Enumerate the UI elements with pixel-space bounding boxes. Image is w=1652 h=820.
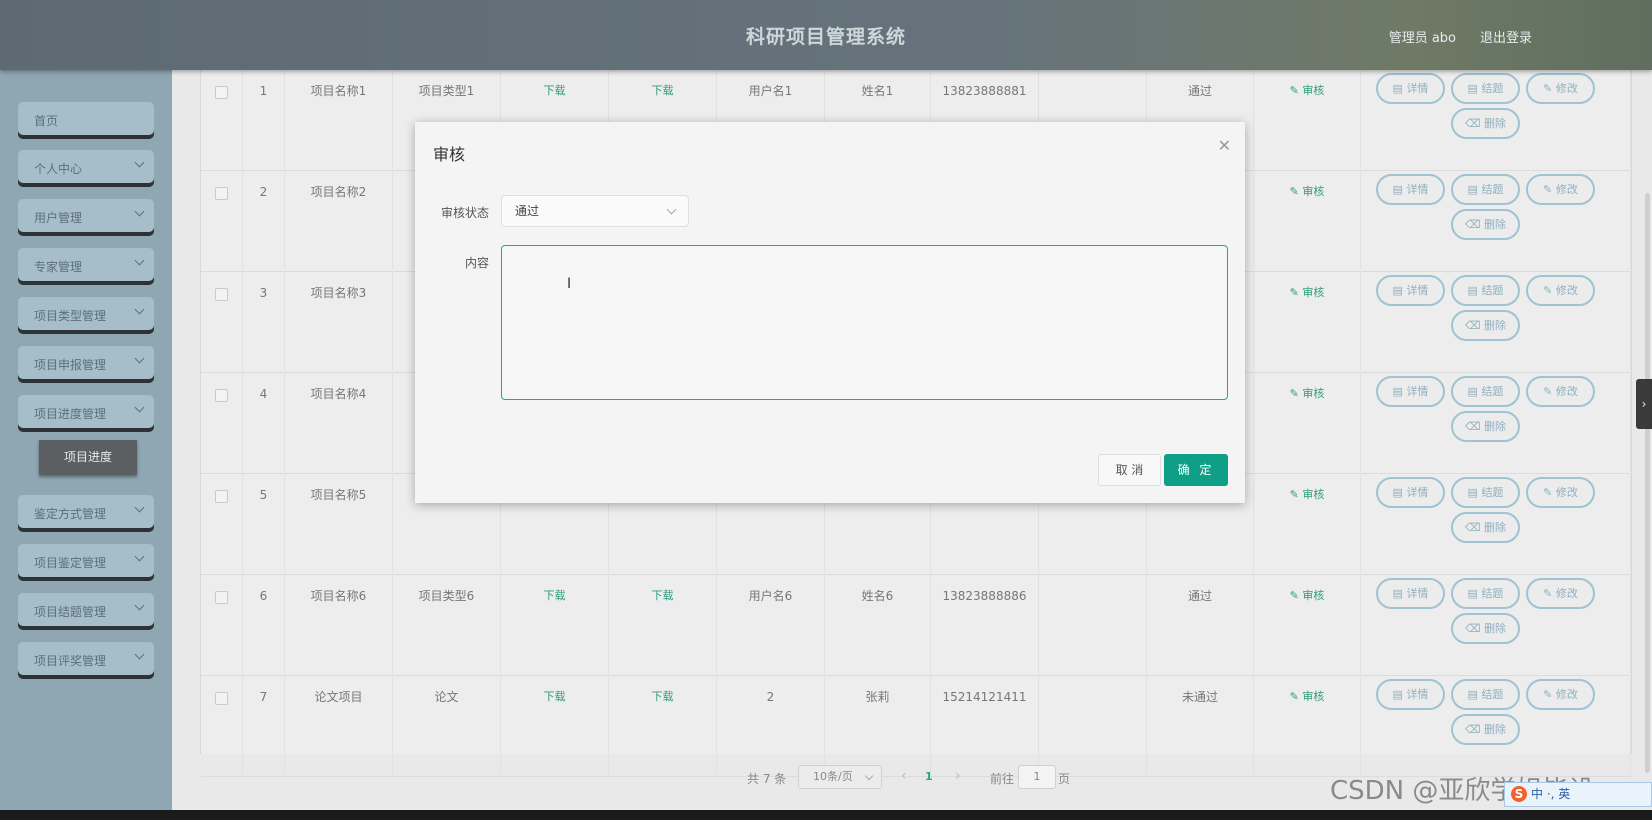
sogou-icon: S xyxy=(1511,786,1527,802)
close-icon[interactable]: ✕ xyxy=(1218,136,1231,155)
content-label: 内容 xyxy=(464,256,489,270)
status-select[interactable]: 通过 xyxy=(501,195,689,227)
confirm-button[interactable]: 确 定 xyxy=(1164,454,1228,486)
cancel-button[interactable]: 取 消 xyxy=(1098,454,1161,486)
dialog-title: 审核 xyxy=(433,145,466,164)
taskbar-edge xyxy=(0,810,1652,820)
text-cursor-icon: I xyxy=(567,276,572,292)
content-textarea[interactable] xyxy=(501,245,1228,400)
chevron-down-icon xyxy=(666,204,677,215)
ime-label: 中 ·, 英 xyxy=(1531,787,1571,801)
status-label: 审核状态 xyxy=(440,206,489,220)
status-select-value: 通过 xyxy=(515,204,540,218)
ime-toolbar[interactable]: S 中 ·, 英 xyxy=(1504,782,1652,807)
audit-dialog: 审核 ✕ 审核状态 通过 内容 取 消 确 定 xyxy=(415,122,1245,503)
side-toggle-button[interactable]: › xyxy=(1636,379,1652,429)
